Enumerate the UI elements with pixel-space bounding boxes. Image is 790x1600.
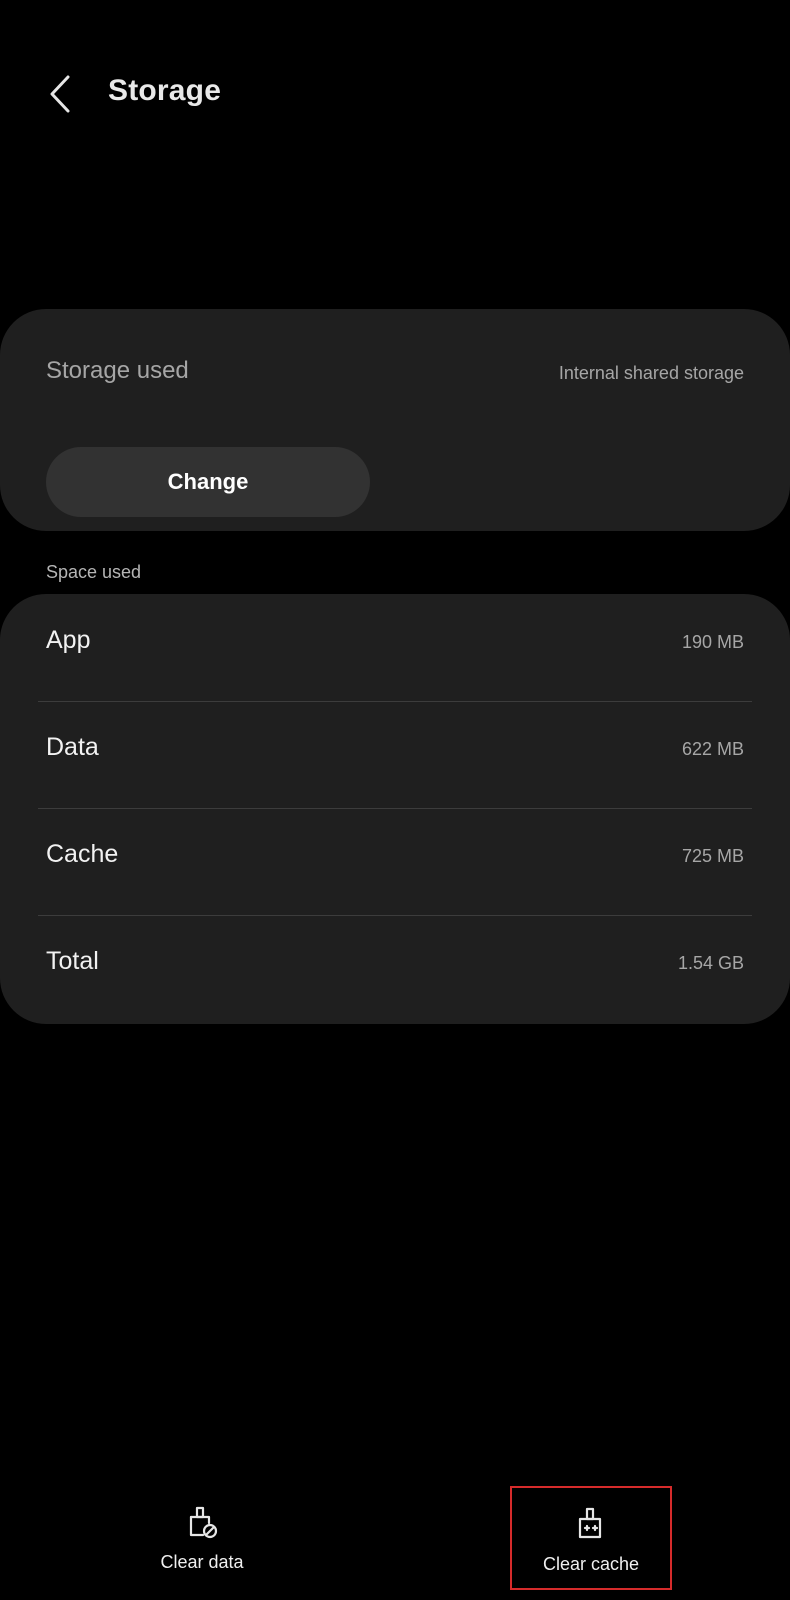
clear-data-button[interactable]: Clear data [122, 1486, 282, 1592]
space-used-card: App 190 MB Data 622 MB Cache 725 MB Tota… [0, 594, 790, 1024]
header-bar: Storage [0, 50, 790, 140]
space-row-data: Data 622 MB [0, 701, 790, 808]
row-label: Data [46, 733, 99, 761]
change-button[interactable]: Change [46, 447, 370, 517]
row-label: Cache [46, 840, 119, 868]
clear-cache-icon [571, 1504, 611, 1544]
storage-used-card: Storage used Internal shared storage Cha… [0, 309, 790, 531]
clear-cache-label: Clear cache [542, 1554, 640, 1574]
space-row-total: Total 1.54 GB [0, 915, 790, 1022]
space-row-app: App 190 MB [0, 594, 790, 701]
space-row-cache: Cache 725 MB [0, 808, 790, 915]
clear-data-icon [182, 1502, 222, 1542]
back-button[interactable] [36, 66, 84, 122]
storage-location: Internal shared storage [558, 363, 744, 383]
clear-cache-button[interactable]: Clear cache [510, 1486, 672, 1590]
clear-data-label: Clear data [160, 1552, 244, 1572]
row-value: 190 MB [681, 632, 744, 652]
page-title: Storage [108, 74, 222, 107]
row-value: 1.54 GB [677, 953, 744, 973]
row-value: 622 MB [681, 739, 744, 759]
space-used-section-label: Space used [46, 562, 142, 582]
chevron-left-icon [50, 75, 70, 113]
storage-used-label: Storage used [46, 357, 189, 384]
row-value: 725 MB [681, 846, 744, 866]
row-label: App [46, 626, 91, 654]
row-label: Total [46, 947, 99, 975]
